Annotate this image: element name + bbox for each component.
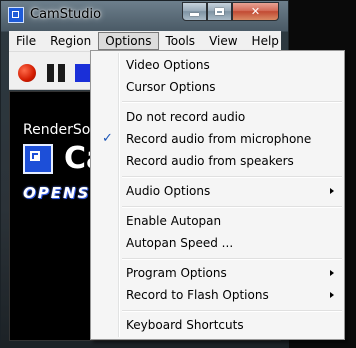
camstudio-logo-icon <box>23 144 53 174</box>
window-title: CamStudio <box>30 7 102 22</box>
menu-item-keyboard-shortcuts[interactable]: Keyboard Shortcuts <box>93 314 342 336</box>
menu-item-label: Audio Options <box>126 184 211 198</box>
submenu-arrow-icon <box>330 292 334 298</box>
menu-item-label: Keyboard Shortcuts <box>126 318 244 332</box>
options-dropdown-menu: Video Options Cursor Options Do not reco… <box>90 50 345 340</box>
menu-item-label: Record to Flash Options <box>126 288 269 302</box>
menu-separator <box>122 176 342 178</box>
menu-item-do-not-record-audio[interactable]: Do not record audio <box>93 106 342 128</box>
menu-view[interactable]: View <box>202 32 244 50</box>
record-icon[interactable] <box>18 64 36 82</box>
submenu-arrow-icon <box>330 188 334 194</box>
camstudio-app-icon[interactable] <box>8 7 24 23</box>
menu-item-record-to-flash-options[interactable]: Record to Flash Options <box>93 284 342 306</box>
menu-item-enable-autopan[interactable]: Enable Autopan <box>93 210 342 232</box>
menu-item-audio-options[interactable]: Audio Options <box>93 180 342 202</box>
brand-text: RenderSof <box>23 122 96 138</box>
menu-options[interactable]: Options <box>98 32 159 50</box>
maximize-button[interactable] <box>207 2 232 21</box>
pause-bar-left <box>47 64 54 82</box>
open-source-text: OPENS <box>23 184 91 202</box>
minimize-icon <box>190 13 199 16</box>
menu-item-label: Record audio from microphone <box>126 132 312 146</box>
menu-separator <box>122 310 342 312</box>
minimize-button[interactable] <box>182 2 207 21</box>
menu-item-program-options[interactable]: Program Options <box>93 262 342 284</box>
menu-item-label: Cursor Options <box>126 80 216 94</box>
menu-bar: File Region Options Tools View Help <box>9 31 281 52</box>
close-icon: ✕ <box>250 5 261 18</box>
menu-separator <box>122 206 342 208</box>
close-button[interactable]: ✕ <box>232 2 279 21</box>
pause-icon[interactable] <box>47 64 65 82</box>
menu-item-record-audio-microphone[interactable]: ✓ Record audio from microphone <box>93 128 342 150</box>
menu-item-label: Program Options <box>126 266 227 280</box>
menu-region[interactable]: Region <box>43 32 98 50</box>
menu-separator <box>122 258 342 260</box>
pause-bar-right <box>58 64 65 82</box>
menu-separator <box>122 101 342 103</box>
menu-file[interactable]: File <box>9 32 43 50</box>
maximize-icon <box>215 8 224 15</box>
caption-buttons: ✕ <box>182 2 279 21</box>
checkmark-icon: ✓ <box>102 131 113 146</box>
menu-item-label: Enable Autopan <box>126 214 222 228</box>
menu-tools[interactable]: Tools <box>159 32 203 50</box>
menu-item-label: Do not record audio <box>126 110 246 124</box>
menu-item-label: Record audio from speakers <box>126 154 294 168</box>
menu-item-label: Video Options <box>126 58 210 72</box>
menu-item-label: Autopan Speed ... <box>126 236 234 250</box>
submenu-arrow-icon <box>330 270 334 276</box>
menu-item-record-audio-speakers[interactable]: Record audio from speakers <box>93 150 342 172</box>
menu-item-autopan-speed[interactable]: Autopan Speed ... <box>93 232 342 254</box>
menu-item-cursor-options[interactable]: Cursor Options <box>93 76 342 98</box>
menu-help[interactable]: Help <box>245 32 286 50</box>
menu-item-video-options[interactable]: Video Options <box>93 54 342 76</box>
title-bar[interactable]: CamStudio ✕ <box>1 1 288 30</box>
